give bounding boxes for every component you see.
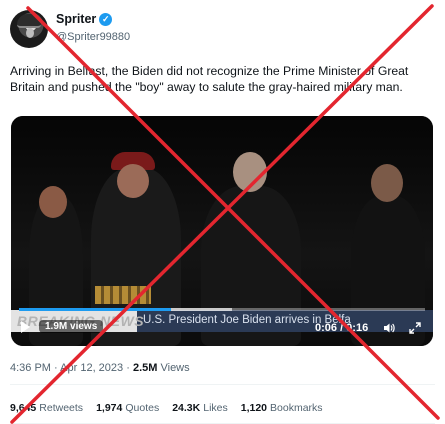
- tweet-time[interactable]: 4:36 PM: [10, 362, 51, 374]
- progress-fill: [19, 308, 172, 311]
- bookmarks-label: Bookmarks: [270, 402, 323, 414]
- tweet-header: Spriter ✓ @Spriter99880: [10, 10, 430, 50]
- officer-medals: [95, 286, 151, 304]
- avatar-cap-shape: [17, 14, 41, 28]
- video-player[interactable]: BREAKING NEWS U.S. President Joe Biden a…: [11, 116, 433, 346]
- views-count: 2.5M: [132, 362, 158, 374]
- author-handle[interactable]: @Spriter99880: [56, 31, 130, 43]
- quotes-stat[interactable]: 1,974 Quotes: [96, 402, 159, 414]
- tweet-date[interactable]: Apr 12, 2023: [60, 362, 123, 374]
- retweets-stat[interactable]: 9,645 Retweets: [10, 402, 83, 414]
- video-time-readout: 0:06 / 0:16: [315, 322, 369, 334]
- video-progress-bar[interactable]: [19, 308, 425, 311]
- play-icon[interactable]: [21, 321, 30, 333]
- likes-label: Likes: [203, 402, 228, 414]
- name-row: Spriter ✓: [56, 12, 113, 26]
- meta-separator: ·: [54, 362, 58, 374]
- divider: [10, 384, 435, 385]
- views-label: Views: [160, 362, 190, 374]
- tweet-timestamp-row: 4:36 PM · Apr 12, 2023 · 2.5M Views: [10, 362, 190, 374]
- tweet-card: Spriter ✓ @Spriter99880 Arriving in Belf…: [0, 0, 445, 424]
- retweets-label: Retweets: [39, 402, 84, 414]
- volume-icon[interactable]: [383, 322, 395, 334]
- officer-head: [117, 164, 149, 198]
- quotes-count: 1,974: [96, 402, 123, 414]
- avatar-face-shape: [26, 28, 34, 38]
- retweets-count: 9,645: [10, 402, 37, 414]
- video-views-badge: 1.9M views: [39, 320, 104, 333]
- meta-separator: ·: [126, 362, 130, 374]
- tweet-text: Arriving in Belfast, the Biden did not r…: [10, 64, 409, 94]
- fullscreen-icon[interactable]: [409, 322, 421, 334]
- author-display-name[interactable]: Spriter: [56, 12, 96, 26]
- quotes-label: Quotes: [125, 402, 160, 414]
- avatar[interactable]: [10, 10, 48, 48]
- verified-badge-icon: ✓: [99, 12, 113, 26]
- engagement-stats: 9,645 Retweets 1,974 Quotes 24.3K Likes 1,1…: [10, 402, 323, 414]
- likes-count: 24.3K: [172, 402, 201, 414]
- person-head: [371, 164, 403, 202]
- bookmarks-stat[interactable]: 1,120 Bookmarks: [241, 402, 323, 414]
- person-head: [39, 186, 67, 218]
- bookmarks-count: 1,120: [240, 402, 268, 414]
- likes-stat[interactable]: 24.3K Likes: [172, 402, 228, 414]
- person-head: [233, 152, 267, 192]
